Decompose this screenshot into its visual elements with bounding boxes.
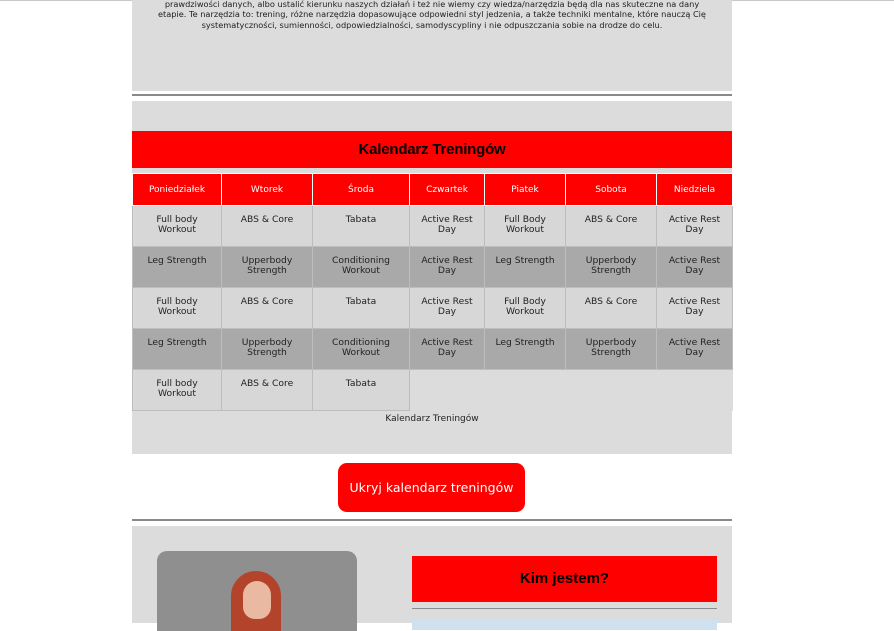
calendar-cell: Upperbody Strength (565, 328, 657, 370)
intro-section: prawdziwości danych, albo ustalić kierun… (132, 0, 732, 91)
calendar-cell: Upperbody Strength (565, 246, 657, 288)
calendar-row: Full body Workout ABS & Core Tabata (132, 369, 733, 411)
about-section: Kim jestem? (132, 526, 732, 631)
calendar-row: Leg Strength Upperbody Strength Conditio… (132, 246, 733, 288)
calendar-caption: Kalendarz Treningów (385, 414, 479, 424)
day-header: Wtorek (221, 173, 313, 206)
about-title: Kim jestem? (412, 556, 717, 602)
calendar-cell: Tabata (312, 369, 410, 411)
calendar-header-row: Poniedziałek Wtorek Środa Czwartek Piate… (132, 173, 733, 206)
intro-paragraph: prawdziwości danych, albo ustalić kierun… (158, 0, 706, 30)
section-divider (132, 519, 732, 521)
calendar-cell: Active Rest Day (656, 328, 733, 370)
calendar-cell: ABS & Core (565, 287, 657, 329)
day-header: Poniedziałek (132, 173, 222, 206)
calendar-cell: Leg Strength (132, 328, 222, 370)
calendar-cell: ABS & Core (221, 287, 313, 329)
calendar-cell-empty (484, 369, 566, 411)
calendar-cell: Active Rest Day (656, 205, 733, 247)
calendar-title: Kalendarz Treningów (132, 131, 732, 168)
calendar-cell: ABS & Core (221, 369, 313, 411)
calendar-cell: ABS & Core (221, 205, 313, 247)
calendar-cell: Active Rest Day (409, 328, 485, 370)
day-header: Środa (312, 173, 410, 206)
day-header: Niedziela (656, 173, 733, 206)
calendar-cell: Full body Workout (132, 287, 222, 329)
calendar-cell: Full Body Workout (484, 287, 566, 329)
training-calendar-section: Kalendarz Treningów Poniedziałek Wtorek … (132, 101, 733, 454)
calendar-cell: Full body Workout (132, 369, 222, 411)
calendar-cell: Conditioning Workout (312, 328, 410, 370)
about-divider (412, 608, 717, 609)
calendar-cell: Upperbody Strength (221, 246, 313, 288)
calendar-cell: Tabata (312, 205, 410, 247)
calendar-cell: Leg Strength (484, 328, 566, 370)
calendar-cell-empty (409, 369, 485, 411)
calendar-cell-empty (656, 369, 733, 411)
calendar-cell: Leg Strength (484, 246, 566, 288)
calendar-cell: Full body Workout (132, 205, 222, 247)
day-header: Sobota (565, 173, 657, 206)
calendar-cell: Active Rest Day (409, 246, 485, 288)
calendar-cell: Upperbody Strength (221, 328, 313, 370)
day-header: Piatek (484, 173, 566, 206)
profile-photo (157, 551, 357, 631)
calendar-cell: Active Rest Day (409, 205, 485, 247)
calendar-cell: ABS & Core (565, 205, 657, 247)
hide-calendar-button[interactable]: Ukryj kalendarz treningów (338, 463, 525, 512)
calendar-cell: Tabata (312, 287, 410, 329)
calendar-table: Poniedziałek Wtorek Środa Czwartek Piate… (132, 173, 733, 411)
section-divider (132, 94, 732, 96)
calendar-cell: Active Rest Day (409, 287, 485, 329)
calendar-cell: Conditioning Workout (312, 246, 410, 288)
about-content-box (412, 620, 717, 630)
calendar-cell: Leg Strength (132, 246, 222, 288)
calendar-row: Full body Workout ABS & Core Tabata Acti… (132, 205, 733, 247)
calendar-cell: Active Rest Day (656, 246, 733, 288)
calendar-row: Leg Strength Upperbody Strength Conditio… (132, 328, 733, 370)
day-header: Czwartek (409, 173, 485, 206)
calendar-cell: Active Rest Day (656, 287, 733, 329)
calendar-cell: Full Body Workout (484, 205, 566, 247)
calendar-row: Full body Workout ABS & Core Tabata Acti… (132, 287, 733, 329)
photo-face (243, 581, 271, 619)
calendar-cell-empty (565, 369, 657, 411)
